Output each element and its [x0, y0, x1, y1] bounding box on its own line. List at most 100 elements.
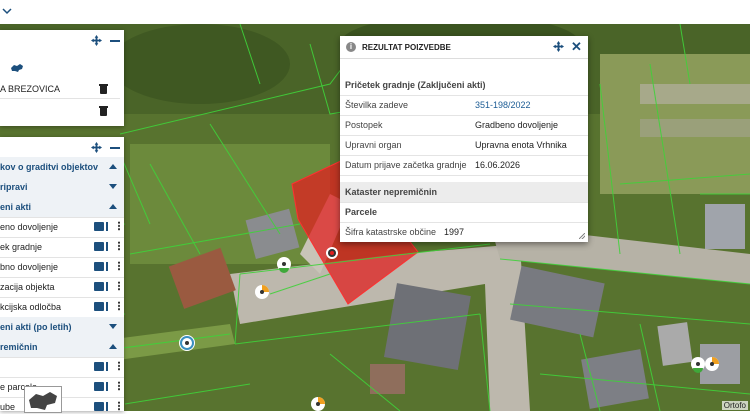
row-value: Upravna enota Vrhnika — [475, 140, 567, 150]
layer-label: ek gradnje — [0, 242, 43, 252]
layer-legend-icon[interactable] — [106, 361, 116, 371]
close-icon[interactable]: ✕ — [571, 39, 582, 55]
section-heading-row: Kataster nepremičnin — [340, 182, 588, 203]
layer-item[interactable]: ube — [0, 397, 124, 411]
popup-title: REZULTAT POIZVEDBE — [362, 43, 451, 52]
more-options-icon[interactable] — [118, 221, 120, 231]
row-key: Datum prijave začetka gradnje — [345, 160, 467, 170]
empty-location-row — [0, 100, 120, 120]
layer-label: eno dovoljenje — [0, 222, 59, 232]
layer-group-header[interactable]: kov o graditvi objektov — [0, 157, 124, 178]
layer-label: kcijska odločba — [0, 302, 62, 312]
resize-handle-icon[interactable] — [579, 233, 585, 239]
layer-item[interactable]: ek gradnje — [0, 237, 124, 258]
row-value: Gradbeno dovoljenje — [475, 120, 559, 130]
layer-tools — [94, 241, 120, 251]
layer-visibility-icon[interactable] — [94, 301, 104, 311]
layer-legend-icon[interactable] — [106, 301, 116, 311]
slovenia-outline-icon — [29, 392, 57, 410]
layer-group-header[interactable]: eni akti (po letih) — [0, 317, 124, 338]
map-attribution: Ortofo — [721, 401, 748, 410]
trash-icon[interactable] — [99, 106, 108, 116]
layer-item[interactable]: e parcele — [0, 377, 124, 398]
more-options-icon[interactable] — [118, 241, 120, 251]
layer-legend-icon[interactable] — [106, 281, 116, 291]
case-number-link[interactable]: 351-198/2022 — [475, 100, 531, 110]
layer-group-header[interactable]: eni akti — [0, 197, 124, 218]
row-key: Postopek — [345, 120, 383, 130]
minimize-icon[interactable] — [110, 146, 120, 149]
layer-visibility-icon[interactable] — [94, 261, 104, 271]
layer-label: bno dovoljenje — [0, 262, 59, 272]
layer-label: eni akti — [0, 202, 32, 212]
layer-item[interactable]: kcijska odločba — [0, 297, 124, 318]
top-bar — [0, 0, 750, 25]
more-options-icon[interactable] — [118, 281, 120, 291]
layer-tools — [94, 381, 120, 391]
layer-tools — [94, 401, 120, 411]
layer-item[interactable] — [0, 357, 124, 378]
layer-visibility-icon[interactable] — [94, 401, 104, 411]
layer-visibility-icon[interactable] — [94, 381, 104, 391]
layer-legend-icon[interactable] — [106, 241, 116, 251]
layer-group-header[interactable]: ripravi — [0, 177, 124, 198]
layer-label: remičnin — [0, 342, 38, 352]
location-panel: A BREZOVICA — [0, 30, 124, 126]
section-heading-row: Pričetek gradnje (Zaključeni akti) — [340, 75, 588, 96]
layer-legend-icon[interactable] — [106, 401, 116, 411]
expand-caret-icon[interactable] — [109, 324, 117, 329]
layer-legend-icon[interactable] — [106, 221, 116, 231]
move-icon[interactable] — [91, 142, 102, 153]
more-options-icon[interactable] — [118, 361, 120, 371]
section-title: Pričetek gradnje (Zaključeni akti) — [345, 80, 486, 90]
layer-visibility-icon[interactable] — [94, 361, 104, 371]
info-row: Šifra katastrske občine 1997 — [340, 222, 588, 242]
layers-panel: kov o graditvi objektov ripravi eni akti en… — [0, 137, 124, 411]
layer-visibility-icon[interactable] — [94, 221, 104, 231]
layer-label: kov o graditvi objektov — [0, 162, 99, 172]
popup-header: i REZULTAT POIZVEDBE ✕ — [340, 36, 588, 59]
layer-legend-icon[interactable] — [106, 381, 116, 391]
trash-icon[interactable] — [99, 84, 108, 94]
location-label: A BREZOVICA — [0, 84, 61, 94]
row-key: Šifra katastrske občine — [345, 227, 437, 237]
row-key: Številka zadeve — [345, 100, 409, 110]
collapse-caret-icon[interactable] — [109, 204, 117, 209]
move-icon[interactable] — [91, 35, 102, 46]
collapse-caret-icon[interactable] — [109, 164, 117, 169]
layer-visibility-icon[interactable] — [94, 241, 104, 251]
location-row: A BREZOVICA — [0, 78, 120, 99]
more-options-icon[interactable] — [118, 261, 120, 271]
layer-tools — [94, 261, 120, 271]
more-options-icon[interactable] — [118, 381, 120, 391]
layer-item[interactable]: zacija objekta — [0, 277, 124, 298]
query-result-popup: i REZULTAT POIZVEDBE ✕ Pričetek gradnje … — [340, 36, 588, 242]
layer-label: ripravi — [0, 182, 28, 192]
info-row: Številka zadeve 351-198/2022 — [340, 95, 588, 116]
section-heading-row: Parcele — [340, 202, 588, 223]
chevron-down-icon[interactable] — [2, 6, 12, 16]
layer-item[interactable]: bno dovoljenje — [0, 257, 124, 278]
layer-tools — [94, 221, 120, 231]
layer-tools — [94, 281, 120, 291]
layer-visibility-icon[interactable] — [94, 281, 104, 291]
layer-item[interactable]: eno dovoljenje — [0, 217, 124, 238]
row-value: 16.06.2026 — [475, 160, 521, 170]
layer-group-header[interactable]: remičnin — [0, 337, 124, 358]
info-row: Postopek Gradbeno dovoljenje — [340, 115, 588, 136]
collapse-caret-icon[interactable] — [109, 344, 117, 349]
minimize-icon[interactable] — [110, 39, 120, 42]
layer-tools — [94, 361, 120, 371]
move-icon[interactable] — [553, 41, 564, 52]
slovenia-map-icon — [11, 64, 23, 72]
layer-legend-icon[interactable] — [106, 261, 116, 271]
layer-label: zacija objekta — [0, 282, 55, 292]
layer-label: ube — [0, 402, 16, 411]
layer-label: eni akti (po letih) — [0, 322, 72, 332]
row-value: 1997 — [444, 227, 465, 237]
kataster-title: Kataster nepremičnin — [345, 187, 438, 197]
more-options-icon[interactable] — [118, 301, 120, 311]
overview-map-button[interactable] — [24, 386, 62, 413]
expand-caret-icon[interactable] — [109, 184, 117, 189]
more-options-icon[interactable] — [118, 401, 120, 411]
